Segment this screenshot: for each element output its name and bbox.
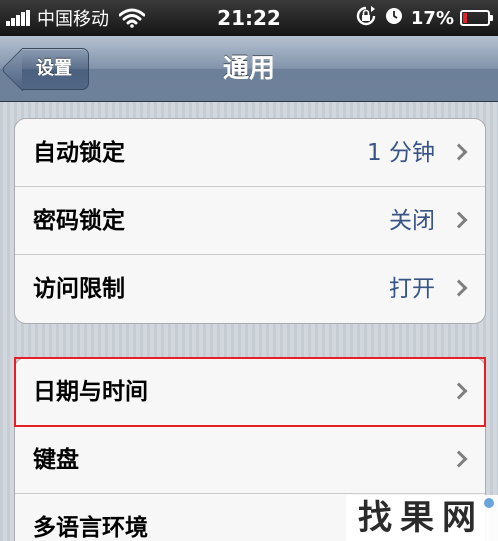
row-restrictions[interactable]: 访问限制 打开 — [15, 255, 485, 323]
chevron-right-icon — [450, 450, 468, 468]
battery-percent: 17% — [410, 7, 454, 29]
page-title: 通用 — [222, 54, 275, 84]
battery-level — [463, 13, 467, 23]
settings-group-lock: 自动锁定 1 分钟 密码锁定 关闭 访问限制 打开 — [14, 118, 486, 324]
chevron-right-icon — [450, 143, 468, 161]
row-label: 自动锁定 — [33, 140, 125, 166]
row-auto-lock[interactable]: 自动锁定 1 分钟 — [15, 119, 485, 187]
navigation-bar: 设置 通用 — [0, 36, 498, 102]
row-value: 1 分钟 — [367, 140, 435, 166]
registered-mark-icon — [484, 498, 494, 508]
chevron-right-icon — [450, 211, 468, 229]
battery-icon — [460, 10, 493, 26]
chevron-right-icon — [450, 279, 468, 297]
watermark-logo: 找果网 — [346, 495, 498, 541]
row-passcode-lock[interactable]: 密码锁定 关闭 — [15, 187, 485, 255]
row-label: 访问限制 — [33, 276, 125, 302]
clock-icon — [385, 7, 403, 29]
status-right: 17% — [355, 0, 493, 36]
row-label: 密码锁定 — [33, 208, 125, 234]
status-bar: 中国移动 21:22 17% — [0, 0, 498, 36]
highlight-annotation — [14, 357, 486, 427]
row-value: 打开 — [389, 276, 435, 302]
rotation-lock-icon — [355, 5, 377, 31]
row-label: 多语言环境 — [33, 515, 148, 541]
row-label: 键盘 — [33, 447, 79, 473]
row-value: 关闭 — [389, 208, 435, 234]
row-keyboard[interactable]: 键盘 — [15, 426, 485, 494]
watermark-text: 找果网 — [358, 498, 484, 538]
